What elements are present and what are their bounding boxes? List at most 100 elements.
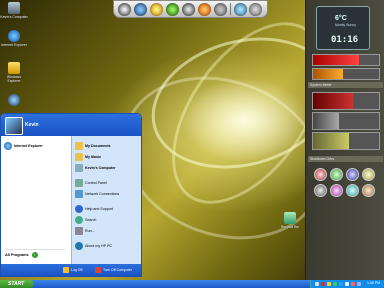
start-item-control-panel[interactable]: Control Panel <box>75 179 107 187</box>
sidebar-clock: 01:16 <box>331 35 359 45</box>
memory-gauge <box>312 68 380 80</box>
disk-meter <box>312 132 380 150</box>
chat-icon[interactable] <box>182 2 195 16</box>
orb-button[interactable] <box>314 184 327 197</box>
orb-button[interactable] <box>362 184 375 197</box>
pen-icon[interactable] <box>118 2 132 16</box>
notes-icon[interactable] <box>150 2 164 16</box>
trash-icon[interactable] <box>233 2 247 16</box>
start-menu-left-pane: Internet Explorer All Programs › <box>1 136 71 264</box>
start-item-label: My Documents <box>85 144 111 148</box>
start-button[interactable]: START <box>0 280 34 288</box>
orb-button[interactable] <box>330 184 343 197</box>
turn-off-button[interactable]: Turn Off Computer <box>95 267 132 273</box>
start-item-run[interactable]: Run... <box>75 227 95 235</box>
desktop-icon-label: Kevin's Computer <box>0 15 28 19</box>
desktop-icon-recycle-bin[interactable]: Recycle Bin <box>276 212 304 229</box>
desktop-icon-ie[interactable]: Internet Explorer <box>0 30 28 47</box>
desktop-icon-label: Internet Explorer <box>1 43 27 47</box>
start-item-label: Network Connections <box>85 192 120 196</box>
orb-button[interactable] <box>330 168 343 181</box>
key-icon <box>63 267 69 273</box>
all-programs-button[interactable]: All Programs › <box>5 249 65 260</box>
start-item-search[interactable]: Search <box>75 216 96 224</box>
log-off-button[interactable]: Log Off <box>63 267 82 273</box>
desktop-icon-explorer[interactable]: Windows Explorer <box>0 62 28 83</box>
computer-icon <box>75 164 83 172</box>
user-name: Kevin <box>25 122 39 128</box>
help-icon <box>75 205 83 213</box>
start-item-internet-explorer[interactable]: Internet Explorer <box>4 142 43 150</box>
start-item-label: Internet Explorer <box>14 144 43 148</box>
start-item-network-connections[interactable]: Network Connections <box>75 190 119 198</box>
start-item-about-pc[interactable]: About my HP PC <box>75 242 112 250</box>
start-item-label: Search <box>85 218 97 222</box>
orb-button[interactable] <box>314 168 327 181</box>
tray-icon[interactable] <box>327 282 331 286</box>
start-item-label: Kevin's Computer <box>85 166 116 170</box>
control-panel-icon <box>75 179 83 187</box>
system-meter <box>312 92 380 110</box>
tray-icon[interactable] <box>351 282 355 286</box>
start-menu-right-pane: My Documents My Music Kevin's Computer C… <box>71 136 141 264</box>
taskbar: START 1:46 PM <box>0 280 384 288</box>
start-item-my-documents[interactable]: My Documents <box>75 142 111 150</box>
orb-button[interactable] <box>346 168 359 181</box>
network-meter <box>312 112 380 130</box>
weather-condition: Mostly Sunny <box>335 23 357 27</box>
folder-icon <box>8 62 20 74</box>
browser-icon[interactable] <box>134 2 148 16</box>
start-item-label: My Music <box>85 155 102 159</box>
taskbar-clock: 1:46 PM <box>367 281 381 285</box>
firefox-icon[interactable] <box>197 2 211 16</box>
recycle-bin-icon <box>284 212 296 224</box>
power-icon <box>95 267 101 273</box>
tray-icon[interactable] <box>321 282 325 286</box>
all-programs-label: All Programs <box>5 253 29 257</box>
arrow-right-icon: › <box>31 252 38 258</box>
info-icon <box>75 242 83 250</box>
ie-icon <box>8 30 20 42</box>
tray-icon[interactable] <box>333 282 337 286</box>
start-item-help[interactable]: Help and Support <box>75 205 113 213</box>
orb-button[interactable] <box>362 168 375 181</box>
turn-off-label: Turn Off Computer <box>103 268 132 272</box>
search-icon <box>75 216 83 224</box>
start-item-my-music[interactable]: My Music <box>75 153 101 161</box>
orb-button[interactable] <box>346 184 359 197</box>
start-item-label: Help and Support <box>85 207 113 211</box>
start-menu: Kevin Internet Explorer All Programs › M… <box>0 113 142 277</box>
tray-icon[interactable] <box>357 282 361 286</box>
tray-icon[interactable] <box>339 282 343 286</box>
music-icon[interactable] <box>166 2 180 16</box>
desktop-icon-misc[interactable] <box>0 94 28 107</box>
dock-separator <box>229 3 231 15</box>
network-icon <box>75 190 83 198</box>
weather-clock-widget[interactable]: 6°C Mostly Sunny 01:16 <box>316 6 370 50</box>
start-item-my-computer[interactable]: Kevin's Computer <box>75 164 116 172</box>
panel-title: Shutdown Orbs <box>308 156 383 162</box>
start-item-label: Control Panel <box>85 181 107 185</box>
desktop-icon-computer[interactable]: Kevin's Computer <box>0 2 28 19</box>
run-icon <box>75 227 83 235</box>
start-menu-footer: Log Off Turn Off Computer <box>1 264 141 276</box>
desktop-icon-label: Recycle Bin <box>280 225 300 229</box>
settings-icon[interactable] <box>213 2 227 16</box>
globe-icon[interactable] <box>249 2 263 16</box>
volume-icon[interactable] <box>345 282 349 286</box>
start-item-label: About my HP PC <box>85 244 113 248</box>
panel-title: System Meter <box>308 82 383 88</box>
desktop-icon-label: Windows Explorer <box>6 75 22 83</box>
music-icon <box>75 153 83 161</box>
sidebar: 6°C Mostly Sunny 01:16 System Meter Shut… <box>305 0 384 280</box>
top-dock <box>113 0 268 18</box>
log-off-label: Log Off <box>71 268 83 272</box>
temperature: 6°C <box>335 15 347 22</box>
cpu-gauge <box>312 54 380 66</box>
system-tray: 1:46 PM <box>310 280 384 288</box>
avatar[interactable] <box>5 117 23 135</box>
start-item-label: Run... <box>85 229 95 233</box>
ie-icon <box>4 142 12 150</box>
app-icon <box>8 94 20 106</box>
tray-icon[interactable] <box>315 282 319 286</box>
